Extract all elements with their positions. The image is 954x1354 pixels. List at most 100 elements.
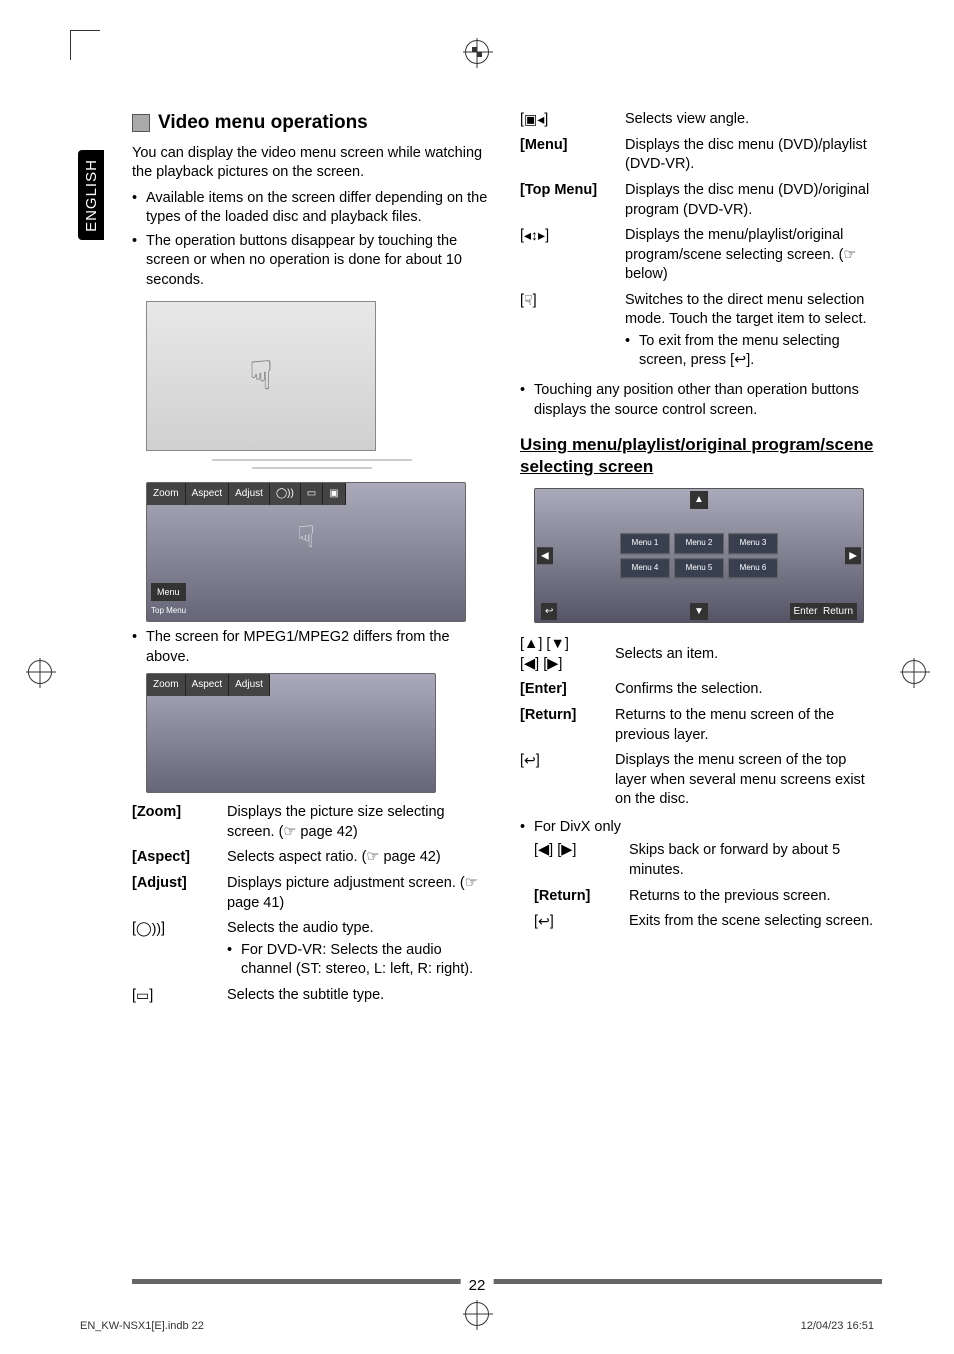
def-label-menu: [Menu]	[520, 136, 625, 156]
def-desc: Displays the menu/playlist/original prog…	[625, 226, 880, 285]
def-row: [Top Menu] Displays the disc menu (DVD)/…	[520, 181, 880, 220]
registration-mark-right	[902, 660, 926, 684]
def-desc: Selects view angle.	[625, 110, 880, 130]
bullet-item: For DivX only	[520, 818, 880, 838]
def-desc: Returns to the previous screen.	[629, 887, 880, 907]
left-arrow-icon: ◀	[537, 547, 553, 565]
def-desc: Selects an item.	[615, 645, 880, 665]
subsection-title: Using menu/playlist/original program/sce…	[520, 434, 880, 478]
thumb-btn-adjust: Adjust	[229, 674, 270, 696]
def-desc: Confirms the selection.	[615, 680, 880, 700]
def-row: [Return] Returns to the previous screen.	[534, 887, 880, 907]
section-marker-icon	[132, 114, 150, 132]
page-divider	[132, 1279, 882, 1284]
def-row: [▭] Selects the subtitle type.	[132, 986, 492, 1006]
nav-icon: [◂↕▸]	[520, 226, 625, 246]
def-desc: Displays the disc menu (DVD)/playlist (D…	[625, 136, 880, 175]
left-column: Video menu operations You can display th…	[132, 110, 492, 1012]
def-label-topmenu: [Top Menu]	[520, 181, 625, 201]
intro-bullets: Available items on the screen differ dep…	[132, 189, 492, 291]
thumb-btn-adjust: Adjust	[229, 483, 270, 505]
thumb-btn-aspect: Aspect	[186, 674, 230, 696]
def-desc: Selects the subtitle type.	[227, 986, 492, 1006]
menu-cell: Menu 6	[728, 558, 778, 579]
intro-text: You can display the video menu screen wh…	[132, 144, 492, 183]
def-row: [◀] [▶] Skips back or forward by about 5…	[534, 841, 880, 880]
down-arrow-icon: ▼	[690, 603, 708, 621]
up-arrow-icon: ▲	[690, 491, 708, 509]
hand-icon: ☟	[249, 349, 273, 403]
def-desc: Selects the audio type. For DVD-VR: Sele…	[227, 919, 492, 980]
direct-touch-icon: [☟]	[520, 291, 625, 311]
def-row: [◯))] Selects the audio type. For DVD-VR…	[132, 919, 492, 980]
video-menu-screenshot: Zoom Aspect Adjust ◯)) ▭ ▣ ☟ Menu Top Me…	[146, 482, 466, 622]
language-tab-label: ENGLISH	[83, 159, 100, 232]
def-label-return: [Return]	[534, 887, 629, 907]
def-row: [Adjust] Displays picture adjustment scr…	[132, 874, 492, 913]
right-definitions-top: [▣◂] Selects view angle. [Menu] Displays…	[520, 110, 880, 371]
touch-illustration: ☟	[146, 301, 376, 451]
sub-bullet: For DVD-VR: Selects the audio channel (S…	[227, 941, 492, 980]
section-heading: Video menu operations	[132, 110, 492, 136]
registration-mark-top	[465, 40, 489, 64]
def-desc: Selects aspect ratio. (☞ page 42)	[227, 848, 492, 868]
bullet-item: Available items on the screen differ dep…	[132, 189, 492, 228]
bullet-item: Touching any position other than operati…	[520, 381, 880, 420]
back-icon: [↩]	[520, 751, 615, 771]
right-column: [▣◂] Selects view angle. [Menu] Displays…	[520, 110, 880, 1012]
section-title: Video menu operations	[158, 110, 368, 136]
def-row: [Aspect] Selects aspect ratio. (☞ page 4…	[132, 848, 492, 868]
angle-icon: [▣◂]	[520, 110, 625, 130]
subtitle-icon: ▭	[301, 483, 323, 505]
right-definitions-divx: [◀] [▶] Skips back or forward by about 5…	[520, 841, 880, 932]
def-row: [Return] Returns to the menu screen of t…	[520, 706, 880, 745]
def-row: [Zoom] Displays the picture size selecti…	[132, 803, 492, 842]
menu-cell: Menu 4	[620, 558, 670, 579]
back-icon: [↩]	[534, 912, 629, 932]
def-row: [Enter] Confirms the selection.	[520, 680, 880, 700]
def-label-return: [Return]	[520, 706, 615, 726]
def-desc: Exits from the scene selecting screen.	[629, 912, 880, 932]
mpeg-screenshot: Zoom Aspect Adjust	[146, 673, 436, 793]
angle-icon: ▣	[323, 483, 345, 505]
registration-mark-bottom	[465, 1302, 489, 1326]
def-label-aspect: [Aspect]	[132, 848, 227, 868]
def-row: [▲] [▼][◀] [▶] Selects an item.	[520, 635, 880, 674]
def-desc: Returns to the menu screen of the previo…	[615, 706, 880, 745]
touching-note: Touching any position other than operati…	[520, 381, 880, 420]
hand-icon: ☟	[297, 518, 315, 559]
registration-mark-left	[28, 660, 52, 684]
def-desc: Displays the disc menu (DVD)/original pr…	[625, 181, 880, 220]
thumb-btn-zoom: Zoom	[147, 483, 186, 505]
thumb-topmenu-label: Top Menu	[151, 606, 186, 617]
back-icon: ↩	[541, 603, 557, 621]
audio-icon: [◯))]	[132, 919, 227, 939]
def-row: [↩] Displays the menu screen of the top …	[520, 751, 880, 810]
def-row: [↩] Exits from the scene selecting scree…	[534, 912, 880, 932]
thumb-btn-zoom: Zoom	[147, 674, 186, 696]
mpeg-note: The screen for MPEG1/MPEG2 differs from …	[132, 628, 492, 667]
page-content: Video menu operations You can display th…	[132, 110, 882, 1012]
menu-grid: Menu 1 Menu 2 Menu 3 Menu 4 Menu 5 Menu …	[620, 533, 778, 579]
def-desc: Skips back or forward by about 5 minutes…	[629, 841, 880, 880]
left-definitions: [Zoom] Displays the picture size selecti…	[132, 803, 492, 1005]
divx-header: For DivX only	[520, 818, 880, 838]
right-definitions-mid: [▲] [▼][◀] [▶] Selects an item. [Enter] …	[520, 635, 880, 810]
right-arrow-icon: ▶	[845, 547, 861, 565]
def-row: [Menu] Displays the disc menu (DVD)/play…	[520, 136, 880, 175]
def-label-adjust: [Adjust]	[132, 874, 227, 894]
page-number: 22	[461, 1277, 494, 1294]
bullet-item: The operation buttons disappear by touch…	[132, 232, 492, 291]
bullet-item: The screen for MPEG1/MPEG2 differs from …	[132, 628, 492, 667]
lr-arrows-icon: [◀] [▶]	[534, 841, 629, 861]
arrows-divider-icon	[132, 457, 492, 477]
def-row: [☟] Switches to the direct menu selectio…	[520, 291, 880, 371]
def-desc: Displays the menu screen of the top laye…	[615, 751, 880, 810]
arrows-icon: [▲] [▼][◀] [▶]	[520, 635, 615, 674]
def-desc: Switches to the direct menu selection mo…	[625, 291, 880, 371]
sub-bullet: To exit from the menu selecting screen, …	[625, 332, 880, 371]
thumb-menu-label: Menu	[151, 583, 186, 601]
def-row: [▣◂] Selects view angle.	[520, 110, 880, 130]
def-desc: Displays the picture size selecting scre…	[227, 803, 492, 842]
menu-cell: Menu 1	[620, 533, 670, 554]
